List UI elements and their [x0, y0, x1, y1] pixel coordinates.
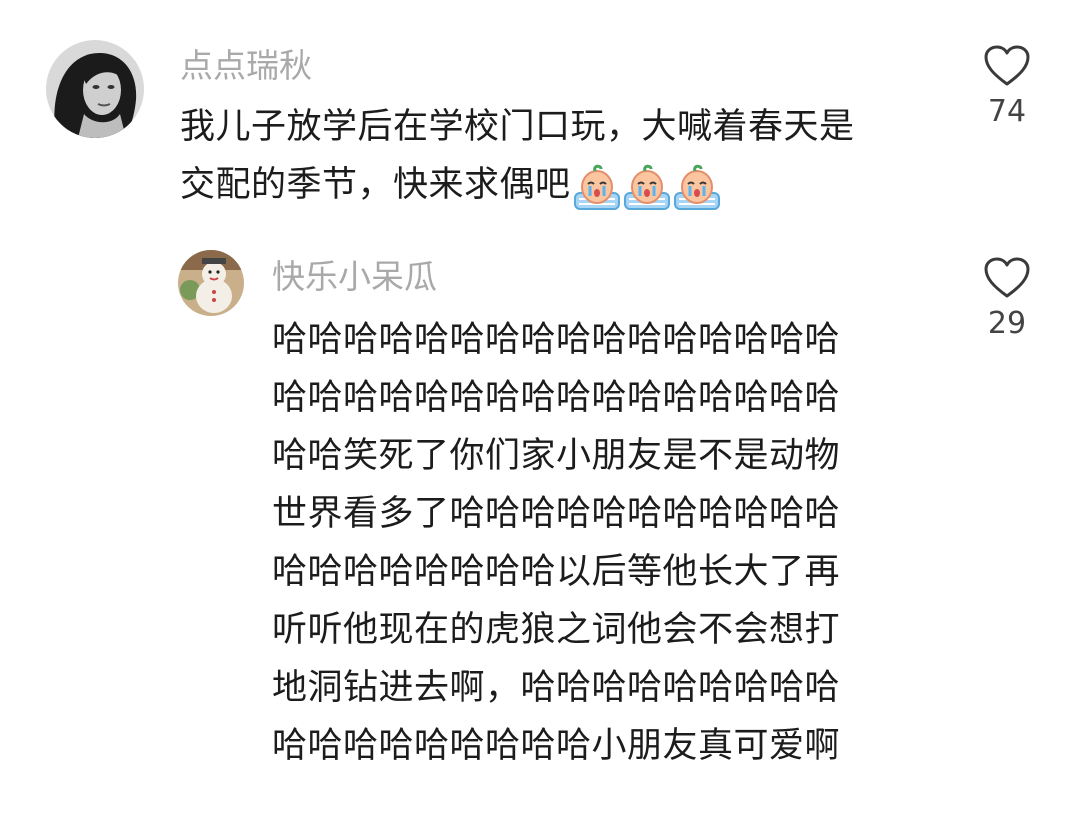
- username[interactable]: 快乐小呆瓜: [272, 257, 437, 297]
- crying-emoji-icon: [623, 164, 670, 210]
- comment-text-line: 哈哈哈哈哈哈哈哈哈哈哈哈哈哈哈哈: [272, 320, 841, 360]
- heart-icon[interactable]: [983, 44, 1031, 88]
- comment-text-line: 哈哈笑死了你们家小朋友是不是动物: [272, 436, 841, 476]
- like-count: 29: [987, 306, 1027, 341]
- comment-text-line: 我儿子放学后在学校门口玩，大喊着春天是: [180, 107, 855, 147]
- avatar[interactable]: [178, 250, 244, 316]
- heart-icon[interactable]: [983, 256, 1031, 300]
- crying-emoji-icon: [673, 164, 720, 210]
- username[interactable]: 点点瑞秋: [180, 46, 312, 86]
- woman-portrait-icon: [46, 40, 144, 138]
- comment-text-line: 哈哈哈哈哈哈哈哈哈小朋友真可爱啊: [272, 726, 841, 766]
- comment-text: 我儿子放学后在学校门口玩，大喊着春天是 交配的季节，快来求偶吧: [180, 98, 855, 214]
- crying-emoji-icon: [573, 164, 620, 210]
- comment-text-line: 地洞钻进去啊，哈哈哈哈哈哈哈哈哈: [272, 668, 841, 708]
- emoji-group: [573, 157, 723, 215]
- comment-text-line: 听听他现在的虎狼之词他会不会想打: [272, 610, 841, 650]
- like-count: 74: [987, 94, 1027, 129]
- comment-text-line: 交配的季节，快来求偶吧: [180, 165, 571, 205]
- comment-text-line: 哈哈哈哈哈哈哈哈哈哈哈哈哈哈哈哈: [272, 378, 841, 418]
- comment-text-line: 世界看多了哈哈哈哈哈哈哈哈哈哈哈: [272, 494, 841, 534]
- snowman-toy-icon: [178, 250, 244, 316]
- like-button[interactable]: 29: [972, 256, 1042, 342]
- comment-text-line: 哈哈哈哈哈哈哈哈以后等他长大了再: [272, 552, 841, 592]
- avatar[interactable]: [46, 40, 144, 138]
- comment-text: 哈哈哈哈哈哈哈哈哈哈哈哈哈哈哈哈 哈哈哈哈哈哈哈哈哈哈哈哈哈哈哈哈 哈哈笑死了你…: [272, 311, 840, 775]
- like-button[interactable]: 74: [972, 44, 1042, 130]
